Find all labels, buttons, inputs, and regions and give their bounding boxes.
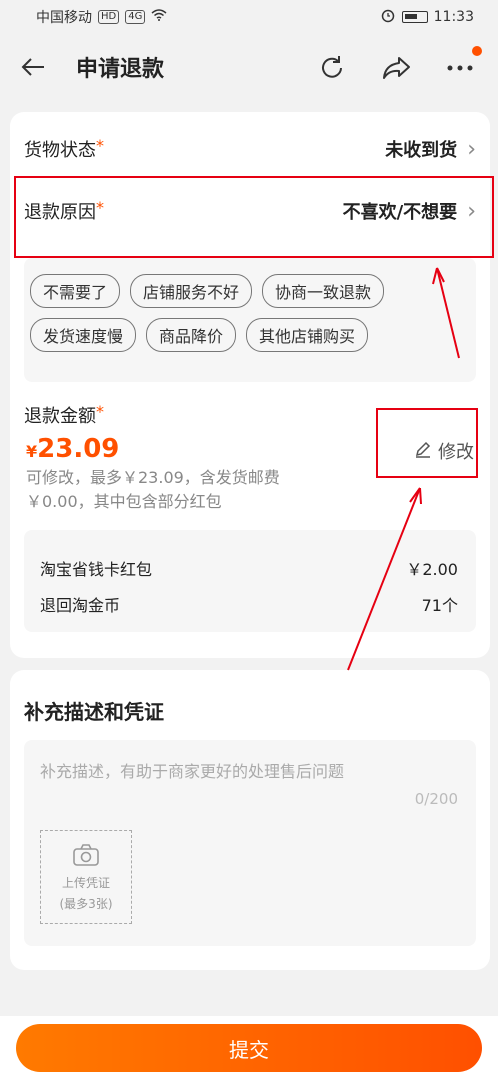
- network-badge: 4G: [125, 10, 146, 24]
- amount-number: 23.09: [37, 434, 120, 464]
- goods-status-value: 未收到货: [385, 140, 458, 161]
- submit-button[interactable]: 提交: [16, 1024, 482, 1072]
- back-arrow-icon[interactable]: [20, 51, 60, 84]
- notification-dot: [472, 46, 482, 56]
- reason-tag[interactable]: 发货速度慢: [30, 318, 137, 352]
- goods-status-label: 货物状态: [24, 140, 96, 161]
- share-icon[interactable]: [380, 52, 412, 84]
- description-input[interactable]: 补充描述，有助于商家更好的处理售后问题 0/200 上传凭证 (最多3张): [24, 740, 476, 946]
- refund-amount-label: 退款金额*: [24, 402, 104, 427]
- status-bar: 中国移动 HD 4G 11:33: [0, 0, 498, 34]
- character-counter: 0/200: [414, 790, 458, 808]
- battery-icon: [401, 11, 428, 23]
- navigation-bar: 申请退款: [0, 34, 498, 100]
- description-title: 补充描述和凭证: [24, 700, 164, 724]
- refresh-icon[interactable]: [316, 52, 348, 84]
- more-icon[interactable]: [444, 46, 482, 84]
- wifi-icon: [151, 9, 167, 25]
- carrier-label: 中国移动: [36, 10, 92, 26]
- upload-proof-button[interactable]: 上传凭证 (最多3张): [40, 830, 132, 924]
- refund-breakdown-panel: 淘宝省钱卡红包 ￥2.00 退回淘金币 71个: [24, 530, 476, 632]
- chevron-right-icon: ›: [467, 136, 476, 162]
- alarm-icon: [380, 7, 396, 27]
- reason-tag[interactable]: 不需要了: [30, 274, 121, 308]
- clock-time: 11:33: [433, 9, 474, 25]
- description-placeholder: 补充描述，有助于商家更好的处理售后问题: [40, 762, 345, 781]
- page-title: 申请退款: [76, 57, 165, 82]
- refund-amount-note: 可修改，最多￥23.09，含发货邮费￥0.00，其中包含部分红包: [26, 468, 280, 511]
- annotation-highlight-box: [14, 176, 494, 258]
- reason-tag[interactable]: 协商一致退款: [262, 274, 385, 308]
- upload-limit: (最多3张): [59, 896, 113, 911]
- reason-tag[interactable]: 店铺服务不好: [130, 274, 253, 308]
- hd-badge: HD: [98, 10, 120, 24]
- currency-symbol: ¥: [26, 442, 38, 461]
- camera-icon: [72, 843, 100, 870]
- breakdown-row: 淘宝省钱卡红包 ￥2.00: [40, 560, 458, 579]
- goods-status-row[interactable]: 货物状态* 未收到货 ›: [14, 136, 484, 162]
- reason-tag-list: 不需要了 店铺服务不好 协商一致退款 发货速度慢 商品降价 其他店铺购买: [30, 274, 470, 352]
- upload-label: 上传凭证: [61, 875, 110, 890]
- breakdown-row: 退回淘金币 71个: [40, 596, 458, 615]
- reason-tag[interactable]: 其他店铺购买: [246, 318, 369, 352]
- annotation-highlight-box: [376, 408, 478, 478]
- reason-tag[interactable]: 商品降价: [146, 318, 237, 352]
- required-mark: *: [96, 136, 104, 155]
- refund-amount-value: ¥23.09: [26, 434, 119, 464]
